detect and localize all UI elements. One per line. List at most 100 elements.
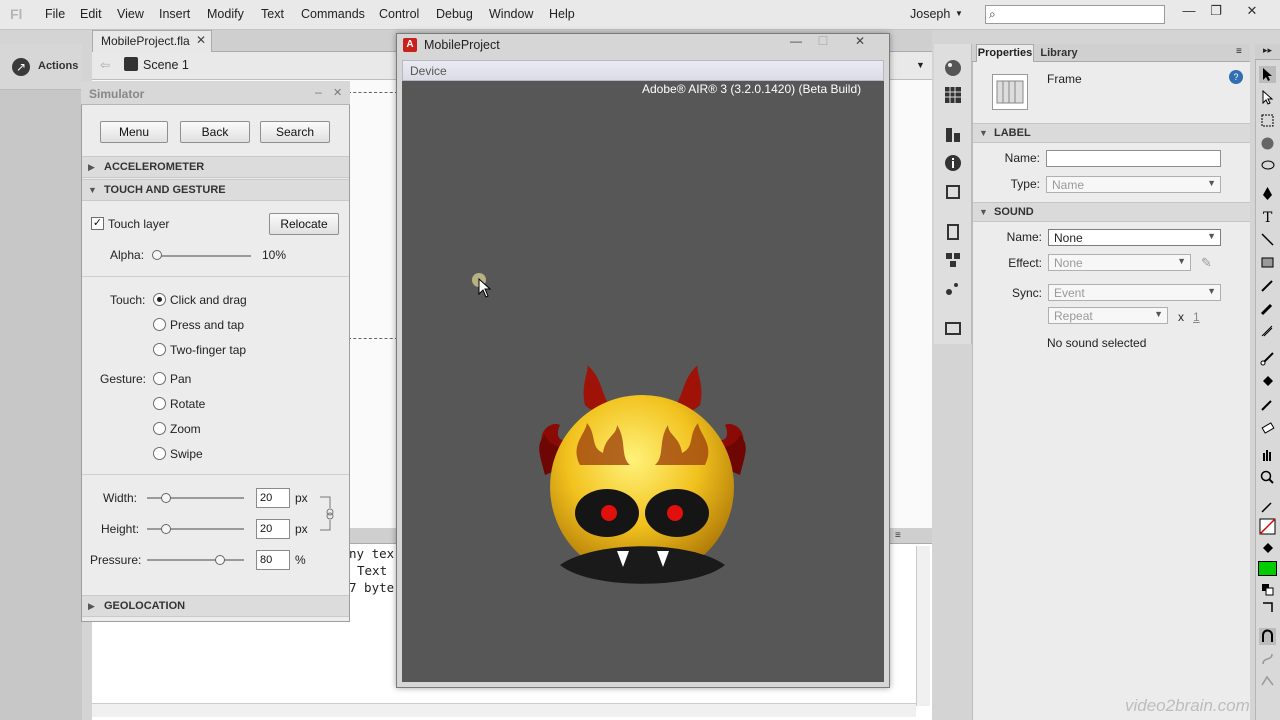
fill-color-icon[interactable] (1259, 540, 1276, 557)
smooth-icon[interactable] (1259, 651, 1276, 668)
rotate-label[interactable]: Rotate (170, 397, 205, 411)
snap-to-objects-icon[interactable] (1259, 628, 1276, 645)
paint-bucket-tool-icon[interactable] (1259, 373, 1276, 390)
menu-control[interactable]: Control (379, 7, 419, 21)
width-slider-thumb[interactable] (161, 493, 171, 503)
edit-pencil-icon[interactable]: ✎ (1201, 255, 1212, 271)
actions-label[interactable]: Actions (38, 60, 78, 72)
menu-debug[interactable]: Debug (436, 7, 473, 21)
menu-insert[interactable]: Insert (159, 7, 190, 21)
back-button[interactable]: Back (180, 121, 250, 143)
label-name-input[interactable] (1046, 150, 1221, 167)
minimize-icon[interactable]: — (1178, 3, 1200, 18)
zoom-dropdown-icon[interactable]: ▼ (916, 60, 925, 70)
search-button[interactable]: Search (260, 121, 330, 143)
vertical-scrollbar[interactable] (916, 546, 930, 706)
zoom-radio[interactable] (153, 422, 166, 435)
sound-sync-select[interactable]: Event ▼ (1048, 284, 1221, 301)
line-tool-icon[interactable] (1259, 231, 1276, 248)
info-icon[interactable] (943, 153, 963, 173)
panel-menu-icon[interactable]: ≡ (895, 530, 901, 541)
text-tool-icon[interactable]: T (1259, 208, 1276, 225)
selection-tool-icon[interactable] (1259, 66, 1276, 83)
tab-library[interactable]: Library (1036, 44, 1082, 62)
repeat-count[interactable]: 1 (1193, 310, 1200, 324)
pressure-field[interactable]: 80 (256, 550, 290, 570)
code-snippets-icon[interactable] (943, 222, 963, 242)
sound-repeat-select[interactable]: Repeat ▼ (1048, 307, 1168, 324)
menu-window[interactable]: Window (489, 7, 533, 21)
color-palette-icon[interactable] (943, 58, 963, 78)
minimize-icon[interactable]: – (315, 85, 322, 99)
components-icon[interactable] (943, 250, 963, 270)
eraser-tool-icon[interactable] (1259, 419, 1276, 436)
menu-file[interactable]: File (45, 7, 65, 21)
swipe-label[interactable]: Swipe (170, 447, 203, 461)
menu-commands[interactable]: Commands (301, 7, 365, 21)
user-menu[interactable]: Joseph (910, 7, 950, 21)
grid-icon[interactable] (943, 85, 963, 105)
sound-effect-select[interactable]: None ▼ (1048, 254, 1191, 271)
expand-arrow-icon[interactable]: ▶ (88, 601, 95, 612)
panel-menu-icon[interactable]: ≡ (1236, 46, 1242, 57)
pressure-slider-thumb[interactable] (215, 555, 225, 565)
height-field[interactable]: 20 (256, 519, 290, 539)
pressure-slider-track[interactable] (147, 559, 244, 561)
stroke-color-swatch[interactable] (1259, 518, 1276, 535)
subselection-tool-icon[interactable] (1259, 89, 1276, 106)
restore-icon[interactable]: ❐ (1205, 3, 1227, 19)
fill-color-swatch[interactable] (1258, 561, 1277, 576)
rectangle-tool-icon[interactable] (1259, 254, 1276, 271)
horizontal-scrollbar[interactable] (92, 703, 916, 717)
menu-button[interactable]: Menu (100, 121, 168, 143)
swipe-radio[interactable] (153, 447, 166, 460)
two-finger-tap-label[interactable]: Two-finger tap (170, 343, 246, 357)
touch-layer-checkbox[interactable]: ✓ (91, 217, 104, 230)
tab-properties[interactable]: Properties (976, 44, 1034, 62)
search-input[interactable]: ⌕ (985, 5, 1165, 24)
press-and-tap-radio[interactable] (153, 318, 166, 331)
zoom-tool-icon[interactable] (1259, 469, 1276, 486)
minimize-icon[interactable]: — (786, 34, 806, 48)
pencil-tool-icon[interactable] (1259, 277, 1276, 294)
collapse-arrow-icon[interactable]: ▼ (979, 207, 988, 217)
free-transform-tool-icon[interactable] (1259, 112, 1276, 129)
two-finger-tap-radio[interactable] (153, 343, 166, 356)
click-and-drag-radio[interactable] (153, 293, 166, 306)
lasso-tool-icon[interactable] (1259, 158, 1276, 175)
tab-close-icon[interactable]: ✕ (196, 33, 206, 47)
close-icon[interactable]: ✕ (1241, 3, 1263, 19)
menu-modify[interactable]: Modify (207, 7, 244, 21)
alpha-slider-track[interactable] (154, 255, 251, 257)
alpha-slider-thumb[interactable] (152, 250, 162, 260)
collapse-arrow-icon[interactable]: ▼ (979, 128, 988, 138)
project-icon[interactable] (943, 318, 963, 338)
maximize-icon[interactable]: ☐ (813, 34, 833, 48)
expand-arrow-icon[interactable]: ▶ (88, 162, 95, 173)
width-field[interactable]: 20 (256, 488, 290, 508)
height-slider-thumb[interactable] (161, 524, 171, 534)
rotate-radio[interactable] (153, 397, 166, 410)
help-icon[interactable]: ? (1229, 70, 1243, 84)
transform-icon[interactable] (943, 182, 963, 202)
menu-edit[interactable]: Edit (80, 7, 102, 21)
actions-icon[interactable]: ↗ (12, 58, 30, 76)
pan-label[interactable]: Pan (170, 372, 191, 386)
bone-tool-icon[interactable] (1259, 350, 1276, 367)
stroke-color-icon[interactable] (1259, 498, 1276, 515)
close-icon[interactable]: ✕ (850, 34, 870, 48)
pan-radio[interactable] (153, 372, 166, 385)
pen-tool-icon[interactable] (1259, 185, 1276, 202)
press-and-tap-label[interactable]: Press and tap (170, 318, 244, 332)
motion-presets-icon[interactable] (943, 278, 963, 298)
click-and-drag-label[interactable]: Click and drag (170, 293, 247, 307)
swap-colors-icon[interactable] (1259, 599, 1276, 616)
straighten-icon[interactable] (1259, 673, 1276, 690)
relocate-button[interactable]: Relocate (269, 213, 339, 235)
deco-tool-icon[interactable] (1259, 323, 1276, 340)
zoom-label[interactable]: Zoom (170, 422, 201, 436)
brush-tool-icon[interactable] (1259, 300, 1276, 317)
device-menu[interactable]: Device (410, 64, 447, 78)
label-type-select[interactable]: Name ▼ (1046, 176, 1221, 193)
angry-face-graphic[interactable] (525, 365, 760, 595)
